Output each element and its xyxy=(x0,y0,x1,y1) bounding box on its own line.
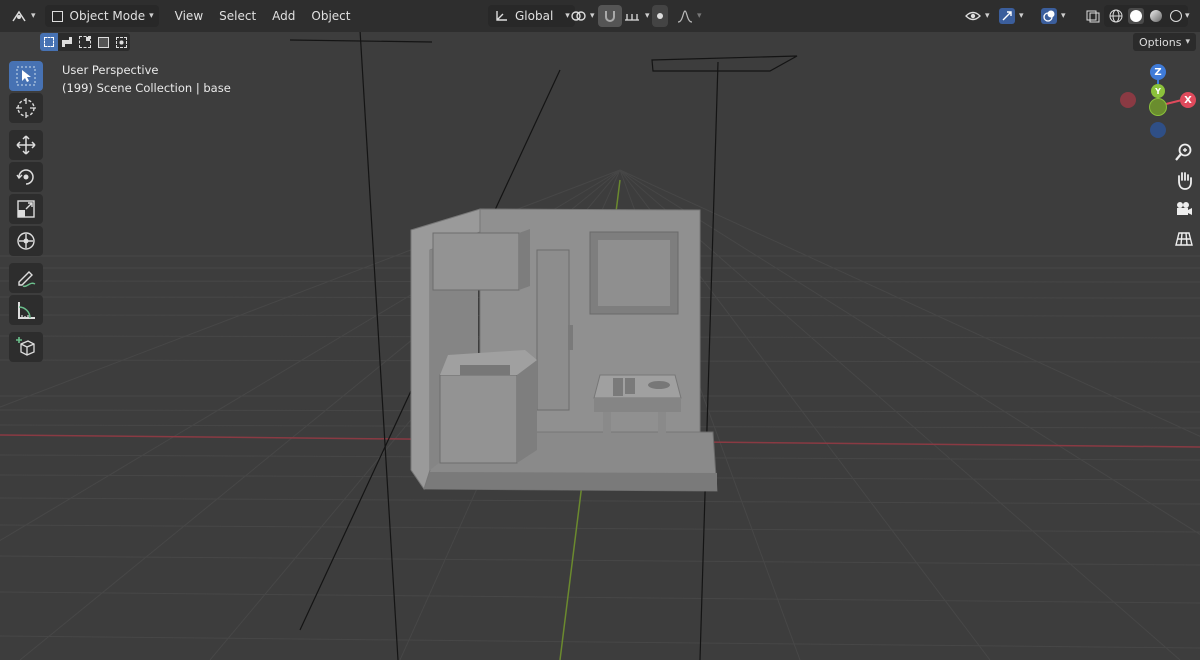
gizmo-y-label: Y xyxy=(1155,86,1161,96)
gizmo-toggle[interactable]: ▾ xyxy=(994,5,1029,27)
tool-shelf xyxy=(9,61,45,364)
snap-grid-icon xyxy=(625,14,639,21)
falloff-button[interactable]: ▾ xyxy=(672,5,707,27)
chevron-down-icon: ▾ xyxy=(1019,11,1024,21)
menu-add[interactable]: Add xyxy=(264,5,303,27)
select-intersect-button[interactable] xyxy=(112,33,130,51)
cursor-arrow-icon xyxy=(16,66,36,86)
menu-view[interactable]: View xyxy=(167,5,211,27)
gizmo-x-axis[interactable]: X xyxy=(1180,92,1196,108)
chevron-down-icon: ▾ xyxy=(1061,11,1066,21)
xray-icon xyxy=(1086,10,1100,23)
pivot-link-icon xyxy=(571,11,586,21)
orientation-axes-icon xyxy=(496,11,507,21)
scale-tool[interactable] xyxy=(9,194,43,224)
solid-shading-icon[interactable] xyxy=(1128,8,1144,24)
zoom-magnifier-icon xyxy=(1175,143,1192,161)
select-new-icon xyxy=(44,37,54,47)
material-preview-icon[interactable] xyxy=(1148,8,1164,24)
select-intersect-icon xyxy=(115,36,127,48)
move-arrows-icon xyxy=(16,135,36,155)
proportional-dot-icon xyxy=(657,13,663,19)
scale-icon xyxy=(17,200,35,218)
chevron-down-icon: ▾ xyxy=(590,11,595,21)
select-subtract-button[interactable] xyxy=(76,33,94,51)
select-new-button[interactable] xyxy=(40,33,58,51)
select-box-tool[interactable] xyxy=(9,61,43,91)
snap-target-button[interactable]: ▾ xyxy=(618,5,655,27)
add-cube-tool[interactable] xyxy=(9,332,43,362)
chevron-down-icon: ▾ xyxy=(149,11,154,21)
ruler-angle-icon xyxy=(18,302,35,319)
zoom-view-button[interactable] xyxy=(1172,140,1196,164)
measure-tool[interactable] xyxy=(9,295,43,325)
ortho-toggle-button[interactable] xyxy=(1172,226,1196,250)
camera-icon xyxy=(1177,202,1192,215)
select-invert-icon xyxy=(97,36,109,48)
select-extend-button[interactable] xyxy=(58,33,76,51)
overlays-toggle[interactable]: ▾ xyxy=(1036,5,1071,27)
annotate-tool[interactable] xyxy=(9,263,43,293)
mode-dropdown[interactable]: Object Mode ▾ xyxy=(44,5,159,27)
gizmo-y-axis[interactable]: Y xyxy=(1151,84,1165,98)
rotate-icon xyxy=(16,169,34,185)
selection-mode-group xyxy=(40,33,130,51)
view-name: User Perspective xyxy=(62,63,159,77)
gizmo-neg-z-circle[interactable] xyxy=(1150,122,1166,138)
move-tool[interactable] xyxy=(9,130,43,160)
eye-icon xyxy=(965,11,981,21)
select-extend-icon xyxy=(62,37,72,47)
chevron-down-icon: ▾ xyxy=(697,11,702,21)
editor-type-icon xyxy=(12,10,26,22)
magnet-icon xyxy=(605,11,615,22)
options-dropdown[interactable]: Options ▾ xyxy=(1133,33,1196,51)
shading-options-button[interactable]: ▾ xyxy=(1180,5,1195,27)
wireframe-shading-icon[interactable] xyxy=(1108,8,1124,24)
grid-perspective-icon xyxy=(1175,232,1193,246)
room-model xyxy=(410,208,718,492)
gizmo-neg-y-circle[interactable] xyxy=(1149,98,1167,116)
proportional-editing-toggle[interactable] xyxy=(652,5,668,27)
gizmo-arrows-icon xyxy=(999,8,1015,24)
gizmo-x-label: X xyxy=(1184,94,1192,106)
chevron-down-icon: ▾ xyxy=(645,11,650,21)
pencil-icon xyxy=(18,271,36,288)
cursor-tool[interactable] xyxy=(9,93,43,123)
falloff-curve-icon xyxy=(677,10,693,23)
overlays-icon xyxy=(1041,8,1057,24)
chevron-down-icon: ▾ xyxy=(985,11,990,21)
menu-object[interactable]: Object xyxy=(303,5,358,27)
options-label: Options xyxy=(1139,35,1182,49)
pivot-point-button[interactable]: ▾ xyxy=(565,5,600,27)
visibility-dropdown[interactable]: ▾ xyxy=(960,5,995,27)
transform-tool[interactable] xyxy=(9,226,43,256)
mode-label: Object Mode xyxy=(69,9,146,23)
transform-orientation-dropdown[interactable]: Global ▾ xyxy=(488,5,575,27)
shading-mode-group xyxy=(1104,5,1188,27)
editor-type-button[interactable]: ▾ xyxy=(6,5,41,27)
3d-viewport[interactable] xyxy=(0,0,1200,660)
orientation-label: Global xyxy=(515,9,554,23)
select-subtract-icon xyxy=(79,36,91,48)
menu-select[interactable]: Select xyxy=(211,5,264,27)
add-cube-icon xyxy=(16,337,35,356)
chevron-down-icon: ▾ xyxy=(31,11,36,21)
rotate-tool[interactable] xyxy=(9,162,43,192)
viewport-header: ▾ Object Mode ▾ View Select Add Object G… xyxy=(0,0,1200,32)
scene-collection-info: (199) Scene Collection | base xyxy=(62,81,231,95)
chevron-down-icon: ▾ xyxy=(1185,37,1190,47)
object-mode-icon xyxy=(50,8,66,24)
crosshair-cursor-icon xyxy=(16,98,36,118)
viewport-scene xyxy=(0,29,1200,660)
pan-view-button[interactable] xyxy=(1172,168,1196,192)
select-invert-button[interactable] xyxy=(94,33,112,51)
hand-icon xyxy=(1178,172,1192,190)
chevron-down-icon: ▾ xyxy=(1185,11,1190,21)
viewport-info: User Perspective (199) Scene Collection … xyxy=(62,61,231,97)
transform-icon xyxy=(17,232,35,250)
camera-view-button[interactable] xyxy=(1172,197,1196,221)
xray-toggle[interactable] xyxy=(1080,5,1106,27)
